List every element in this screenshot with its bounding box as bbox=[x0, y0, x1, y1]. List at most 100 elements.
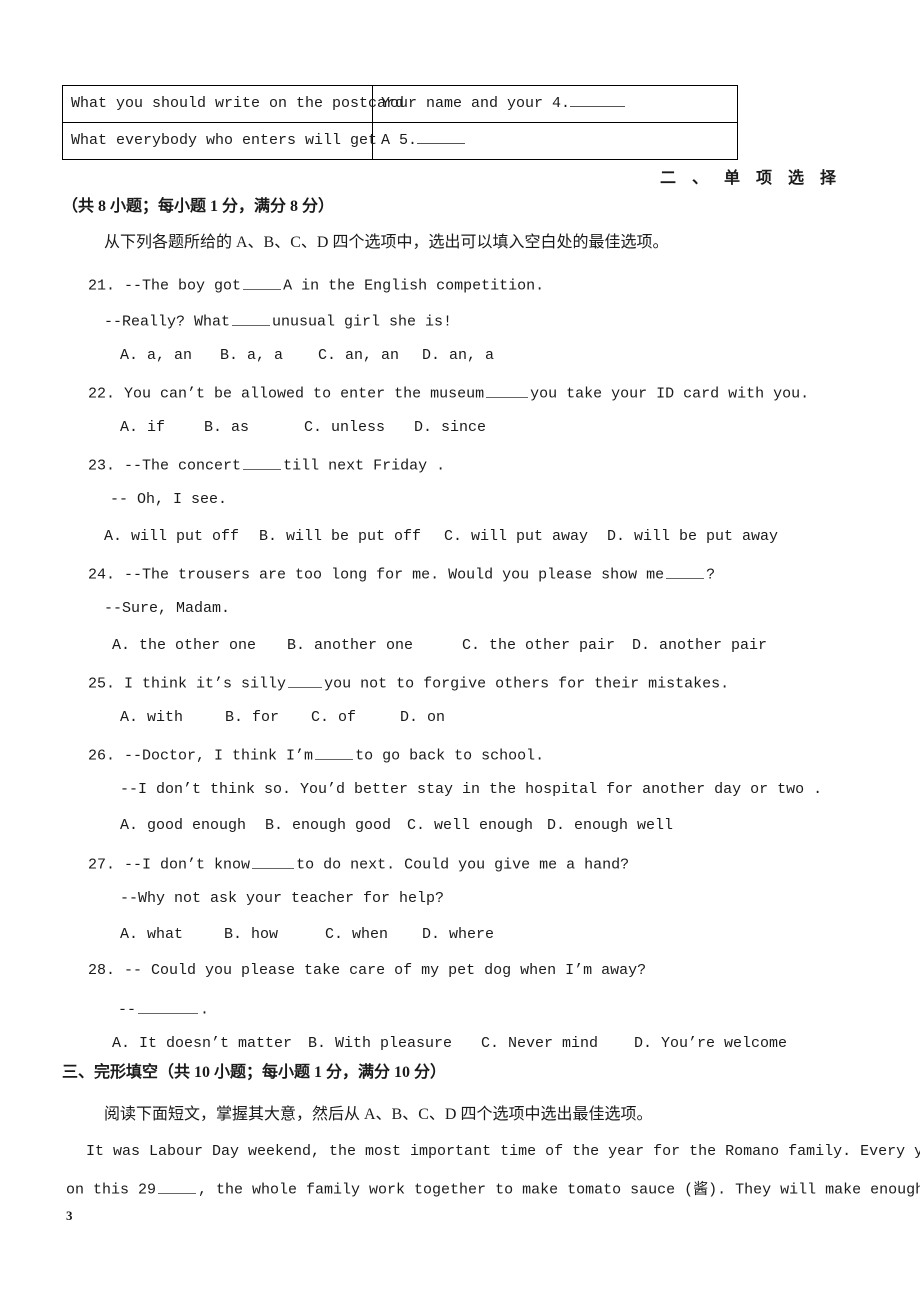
question-21-stem-line2: --Really? What unusual girl she is! bbox=[104, 311, 452, 332]
passage-line-1: It was Labour Day weekend, the most impo… bbox=[86, 1143, 920, 1160]
question-21-options: A. a, an B. a, a C. an, an D. an, a bbox=[120, 347, 494, 365]
question-28-options: A. It doesn’t matter B. With pleasure C. N… bbox=[112, 1035, 787, 1053]
question-21-text-a: --The boy got bbox=[124, 277, 242, 295]
question-24-text-b: ? bbox=[706, 566, 716, 584]
option-26-b[interactable]: B. enough good bbox=[265, 817, 407, 835]
question-28-period: . bbox=[200, 1001, 210, 1019]
blank-22-1 bbox=[486, 383, 529, 398]
option-23-d[interactable]: D. will be put away bbox=[607, 528, 778, 545]
option-24-a[interactable]: A. the other one bbox=[112, 637, 287, 655]
question-25-stem: 25. I think it’s silly you not to forgive… bbox=[88, 673, 729, 694]
option-21-c[interactable]: C. an, an bbox=[318, 347, 422, 365]
blank-25-1 bbox=[288, 673, 323, 688]
section-three-heading: 三、完形填空（共 10 小题；每小题 1 分，满分 10 分） bbox=[62, 1064, 447, 1081]
table-cell-answer: A 5. bbox=[372, 122, 738, 160]
question-24-reply: --Sure, Madam. bbox=[104, 600, 231, 617]
question-25-options: A. with B. for C. of D. on bbox=[120, 709, 445, 727]
question-26-options: A. good enough B. enough good C. well enou… bbox=[120, 817, 673, 835]
option-22-c[interactable]: C. unless bbox=[304, 419, 414, 437]
question-28-dash: -- bbox=[118, 1001, 137, 1019]
question-22-number: 22. bbox=[88, 385, 116, 403]
question-28-number: 28. bbox=[88, 962, 116, 979]
question-23-options: A. will put off B. will be put off C. will… bbox=[104, 528, 778, 546]
option-22-d[interactable]: D. since bbox=[414, 419, 486, 436]
blank-29 bbox=[158, 1179, 197, 1194]
option-22-b[interactable]: B. as bbox=[204, 419, 304, 437]
option-25-d[interactable]: D. on bbox=[400, 709, 445, 726]
option-23-b[interactable]: B. will be put off bbox=[259, 528, 444, 546]
option-26-c[interactable]: C. well enough bbox=[407, 817, 547, 835]
option-28-b[interactable]: B. With pleasure bbox=[308, 1035, 481, 1053]
question-23-number: 23. bbox=[88, 457, 116, 475]
question-25-number: 25. bbox=[88, 675, 116, 693]
question-23-reply: -- Oh, I see. bbox=[110, 491, 228, 508]
exam-page: What you should write on the postcard Yo… bbox=[0, 0, 920, 1302]
question-23-text-b: till next Friday . bbox=[283, 457, 446, 475]
blank-26-1 bbox=[315, 745, 354, 760]
table-row: What you should write on the postcard Yo… bbox=[62, 85, 738, 123]
option-21-d[interactable]: D. an, a bbox=[422, 347, 494, 364]
option-26-d[interactable]: D. enough well bbox=[547, 817, 673, 834]
question-24-stem: 24. --The trousers are too long for me. … bbox=[88, 564, 715, 585]
question-21-stem-line1: 21. --The boy got A in the English compet… bbox=[88, 275, 544, 296]
question-28-reply: --. bbox=[118, 999, 209, 1020]
option-25-b[interactable]: B. for bbox=[225, 709, 311, 727]
passage-line-2-b: , the whole family work together to make… bbox=[198, 1181, 920, 1199]
answer-prefix-text: A 5. bbox=[381, 132, 418, 149]
question-26-text-b: to go back to school. bbox=[355, 747, 545, 765]
passage-line-2-a: on this 29 bbox=[66, 1181, 157, 1199]
section-two-score-note: （共 8 小题；每小题 1 分，满分 8 分） bbox=[62, 198, 335, 215]
question-25-text-a: I think it’s silly bbox=[124, 675, 287, 693]
question-21-text2-a: --Really? What bbox=[104, 313, 231, 331]
option-25-c[interactable]: C. of bbox=[311, 709, 400, 727]
question-21-text-b: A in the English competition. bbox=[283, 277, 545, 295]
option-24-b[interactable]: B. another one bbox=[287, 637, 462, 655]
blank-21-2 bbox=[232, 311, 271, 326]
option-27-a[interactable]: A. what bbox=[120, 926, 224, 944]
question-26-stem: 26. --Doctor, I think I’m to go back to s… bbox=[88, 745, 544, 766]
question-28-text-a: -- Could you please take care of my pet … bbox=[124, 962, 647, 979]
section-three-instruction: 阅读下面短文，掌握其大意，然后从 A、B、C、D 四个选项中选出最佳选项。 bbox=[104, 1106, 653, 1123]
question-25-text-b: you not to forgive others for their mist… bbox=[324, 675, 730, 693]
question-22-text-a: You can’t be allowed to enter the museum bbox=[124, 385, 485, 403]
table-cell-prompt: What everybody who enters will get bbox=[62, 122, 377, 160]
option-28-c[interactable]: C. Never mind bbox=[481, 1035, 634, 1053]
question-24-number: 24. bbox=[88, 566, 116, 584]
question-23-text-a: --The concert bbox=[124, 457, 242, 475]
page-number: 3 bbox=[66, 1208, 73, 1223]
question-27-text-a: --I don’t know bbox=[124, 856, 251, 874]
question-24-text-a: --The trousers are too long for me. Woul… bbox=[124, 566, 665, 584]
option-26-a[interactable]: A. good enough bbox=[120, 817, 265, 835]
table-cell-answer: Your name and your 4. bbox=[372, 85, 738, 123]
blank-23-1 bbox=[243, 455, 282, 470]
fill-blank-4 bbox=[570, 92, 626, 107]
option-24-c[interactable]: C. the other pair bbox=[462, 637, 632, 655]
section-two-heading: 二 、 单 项 选 择 bbox=[659, 170, 842, 187]
blank-27-1 bbox=[252, 854, 295, 869]
option-25-a[interactable]: A. with bbox=[120, 709, 225, 727]
option-27-d[interactable]: D. where bbox=[422, 926, 494, 943]
question-22-stem: 22. You can’t be allowed to enter the mu… bbox=[88, 383, 809, 404]
question-21-text2-b: unusual girl she is! bbox=[272, 313, 453, 331]
postcard-info-table: What you should write on the postcard Yo… bbox=[62, 85, 738, 160]
option-21-b[interactable]: B. a, a bbox=[220, 347, 318, 365]
option-22-a[interactable]: A. if bbox=[120, 419, 204, 437]
option-24-d[interactable]: D. another pair bbox=[632, 637, 767, 654]
question-22-options: A. if B. as C. unless D. since bbox=[120, 419, 486, 437]
table-cell-prompt: What you should write on the postcard bbox=[62, 85, 404, 123]
option-27-c[interactable]: C. when bbox=[325, 926, 422, 944]
option-27-b[interactable]: B. how bbox=[224, 926, 325, 944]
option-28-a[interactable]: A. It doesn’t matter bbox=[112, 1035, 308, 1053]
question-27-reply: --Why not ask your teacher for help? bbox=[120, 890, 445, 907]
question-27-options: A. what B. how C. when D. where bbox=[120, 926, 494, 944]
option-23-c[interactable]: C. will put away bbox=[444, 528, 607, 546]
question-21-number: 21. bbox=[88, 277, 116, 295]
table-row: What everybody who enters will get A 5. bbox=[62, 122, 738, 160]
option-23-a[interactable]: A. will put off bbox=[104, 528, 259, 546]
answer-prefix-text: Your name and your 4. bbox=[381, 95, 571, 112]
question-27-text-b: to do next. Could you give me a hand? bbox=[296, 856, 630, 874]
section-two-instruction: 从下列各题所给的 A、B、C、D 四个选项中，选出可以填入空白处的最佳选项。 bbox=[104, 234, 669, 251]
option-21-a[interactable]: A. a, an bbox=[120, 347, 220, 365]
question-27-stem: 27. --I don’t know to do next. Could you … bbox=[88, 854, 629, 875]
option-28-d[interactable]: D. You’re welcome bbox=[634, 1035, 787, 1052]
